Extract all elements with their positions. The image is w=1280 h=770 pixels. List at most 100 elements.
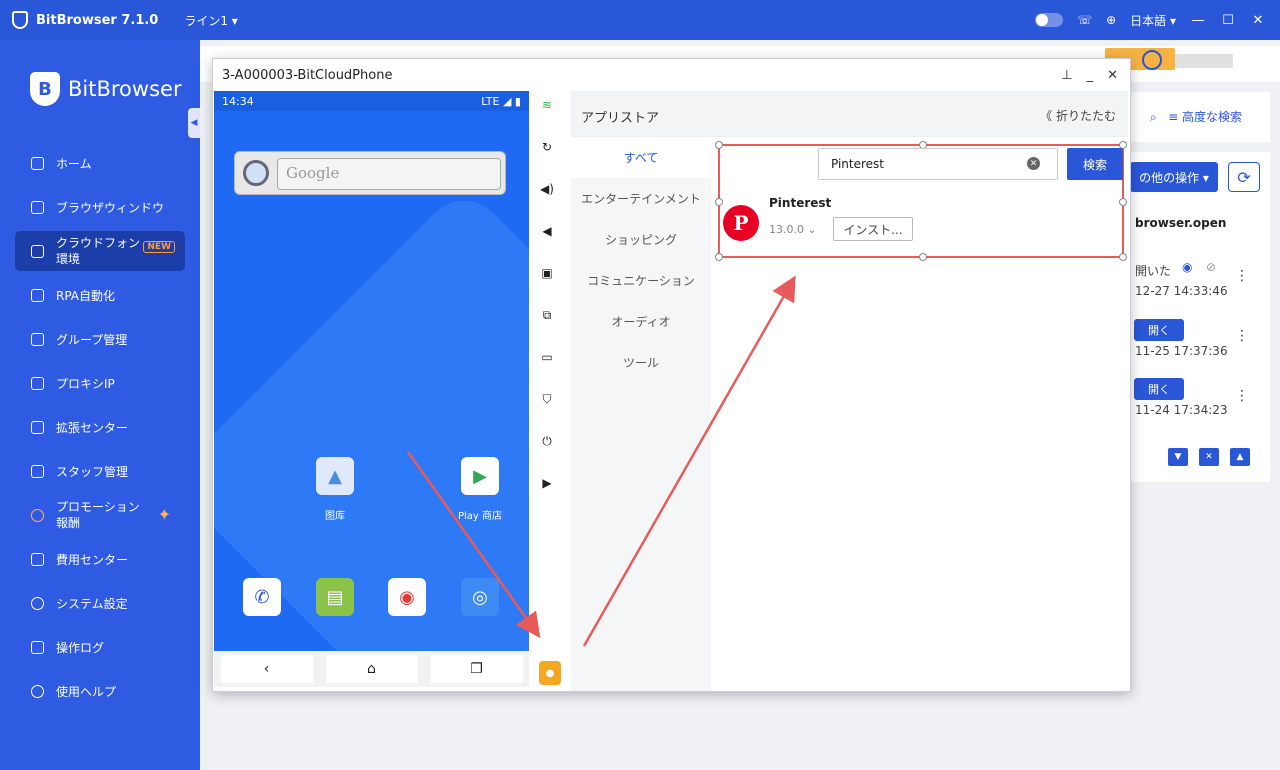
sidebar-item-label: ブラウザウィンドウ	[56, 200, 165, 215]
resize-handle[interactable]	[919, 253, 927, 261]
list-card	[1130, 152, 1270, 482]
sidebar-item-billing[interactable]: 費用センター	[15, 537, 185, 581]
language-selector[interactable]: 日本語 ▾	[1130, 12, 1176, 29]
category-all[interactable]: すべて	[571, 137, 711, 178]
rotate-icon[interactable]: ↻	[535, 135, 559, 159]
row-more-icon[interactable]: ⋮	[1235, 388, 1249, 404]
app-version-select[interactable]: 13.0.0 ⌄	[769, 223, 817, 236]
sidebar-item-browser-window[interactable]: ブラウザウィンドウ	[15, 185, 185, 229]
home-nav-icon[interactable]: ⌂	[325, 655, 418, 683]
sidebar-item-staff[interactable]: スタッフ管理	[15, 449, 185, 493]
column-header: browser.open	[1135, 216, 1227, 230]
app-name: Pinterest	[769, 196, 832, 210]
resize-handle[interactable]	[1119, 198, 1127, 206]
refresh-button[interactable]: ⟳	[1228, 162, 1260, 192]
row-more-icon[interactable]: ⋮	[1235, 268, 1249, 284]
volume-up-icon[interactable]: ◀)	[535, 177, 559, 201]
open-button[interactable]: 開く	[1134, 378, 1184, 400]
chevron-up-icon[interactable]: ▲	[1230, 448, 1250, 466]
recents-icon[interactable]: ❐	[430, 655, 523, 683]
category-communication[interactable]: コミュニケーション	[571, 260, 711, 301]
resize-handle[interactable]	[1119, 253, 1127, 261]
row-more-icon[interactable]: ⋮	[1235, 328, 1249, 344]
sidebar-item-rpa[interactable]: RPA自動化	[15, 273, 185, 317]
resize-handle[interactable]	[715, 198, 723, 206]
brand-name: BitBrowser	[68, 77, 182, 101]
pin-icon[interactable]: ⊥	[1061, 68, 1072, 83]
play-store-icon[interactable]: ▶	[461, 457, 499, 495]
shield-icon[interactable]: ⛉	[535, 387, 559, 411]
sidebar-item-proxy[interactable]: プロキシIP	[15, 361, 185, 405]
eye-icon[interactable]: ◉	[1182, 260, 1192, 274]
back-icon[interactable]: ‹	[220, 655, 313, 683]
link-icon[interactable]: ⊘	[1206, 260, 1216, 274]
category-tools[interactable]: ツール	[571, 342, 711, 383]
sidebar-item-groups[interactable]: グループ管理	[15, 317, 185, 361]
avatar[interactable]	[1142, 50, 1162, 70]
category-shopping[interactable]: ショッピング	[571, 219, 711, 260]
volume-down-icon[interactable]: ◀	[535, 219, 559, 243]
phone-app-icon[interactable]: ✆	[243, 578, 281, 616]
google-search-box[interactable]: Google	[277, 158, 501, 190]
close-icon[interactable]: ✕	[1107, 68, 1118, 83]
support-icon[interactable]: ☏	[1077, 13, 1092, 27]
sidebar-item-label: プロキシIP	[56, 376, 115, 391]
grid-icon	[31, 200, 44, 214]
dialog-title: 3-A000003-BitCloudPhone	[222, 67, 393, 83]
phone-screen[interactable]: 14:34 LTE ◢ ▮ Google ▲ 图库 ▶ Play 商店 ✆ ▤ …	[214, 91, 529, 651]
minimize-button[interactable]: —	[1190, 13, 1206, 28]
advanced-search-link[interactable]: ⌕ ≡ 高度な検索	[1150, 108, 1242, 125]
messages-app-icon[interactable]: ▤	[316, 578, 354, 616]
wifi-icon[interactable]: ≋	[535, 93, 559, 117]
chevron-down-icon[interactable]: ▼	[1168, 448, 1188, 466]
row-status: 開いた	[1135, 264, 1172, 278]
category-entertainment[interactable]: エンターテインメント	[571, 178, 711, 219]
sidebar-item-label: グループ管理	[56, 332, 128, 347]
sidebar-item-log[interactable]: 操作ログ	[15, 625, 185, 669]
coin-icon	[31, 508, 44, 522]
sidebar-item-label: 使用ヘルプ	[56, 684, 117, 699]
chrome-app-icon[interactable]: ◉	[388, 578, 426, 616]
power-icon[interactable]: ⏻	[535, 429, 559, 453]
phone-network: LTE	[481, 94, 500, 108]
sidebar-item-label: システム設定	[56, 596, 128, 611]
screenshot-icon[interactable]: ⧉	[535, 303, 559, 327]
resize-handle[interactable]	[715, 141, 723, 149]
clear-icon[interactable]: ✕	[1027, 157, 1040, 170]
user-name[interactable]	[1175, 54, 1233, 68]
install-button[interactable]: インスト...	[833, 217, 913, 241]
sidebar-item-help[interactable]: 使用ヘルプ	[15, 669, 185, 713]
store-header: アプリストア 《 折りたたむ	[571, 91, 1128, 137]
cloud-icon	[31, 244, 44, 258]
category-audio[interactable]: オーディオ	[571, 301, 711, 342]
close-button[interactable]: ✕	[1250, 13, 1266, 28]
gallery-icon[interactable]: ▲	[316, 457, 354, 495]
sidebar-collapse-button[interactable]: ◀	[188, 108, 200, 138]
sidebar-item-home[interactable]: ホーム	[15, 141, 185, 185]
globe-icon[interactable]: ⊕	[1106, 13, 1116, 27]
maximize-button[interactable]: ☐	[1220, 13, 1236, 28]
record-icon[interactable]: ▶	[535, 471, 559, 495]
minimize-icon[interactable]: _	[1087, 68, 1094, 83]
search-button[interactable]: 検索	[1067, 148, 1123, 180]
camera-app-icon[interactable]: ◎	[461, 578, 499, 616]
more-ops-button[interactable]: の他の操作 ▾	[1130, 162, 1218, 192]
resize-handle[interactable]	[715, 253, 723, 261]
fold-button[interactable]: 《 折りたたむ	[1040, 107, 1116, 124]
home-icon	[31, 156, 44, 170]
app-search-input[interactable]: Pinterest	[818, 148, 1058, 180]
row-time: 11-25 17:37:36	[1135, 344, 1228, 358]
open-button[interactable]: 開く	[1134, 319, 1184, 341]
sidebar-item-promotion[interactable]: プロモーション 報酬 ✦	[15, 493, 185, 537]
sidebar-item-settings[interactable]: システム設定	[15, 581, 185, 625]
hd-icon[interactable]: ▣	[535, 261, 559, 285]
sidebar-item-cloud-phone[interactable]: クラウドフォン 環境 NEW	[15, 231, 185, 271]
app-store-icon[interactable]: ●	[539, 661, 561, 685]
sidebar-item-label: 操作ログ	[56, 640, 105, 655]
devices-icon[interactable]: ▭	[535, 345, 559, 369]
sidebar-item-extensions[interactable]: 拡張センター	[15, 405, 185, 449]
theme-toggle[interactable]	[1035, 13, 1064, 27]
line-selector[interactable]: ライン1 ▾	[184, 12, 237, 29]
google-search-widget[interactable]: Google	[234, 151, 506, 195]
collapse-all-icon[interactable]: ✕	[1199, 448, 1219, 466]
